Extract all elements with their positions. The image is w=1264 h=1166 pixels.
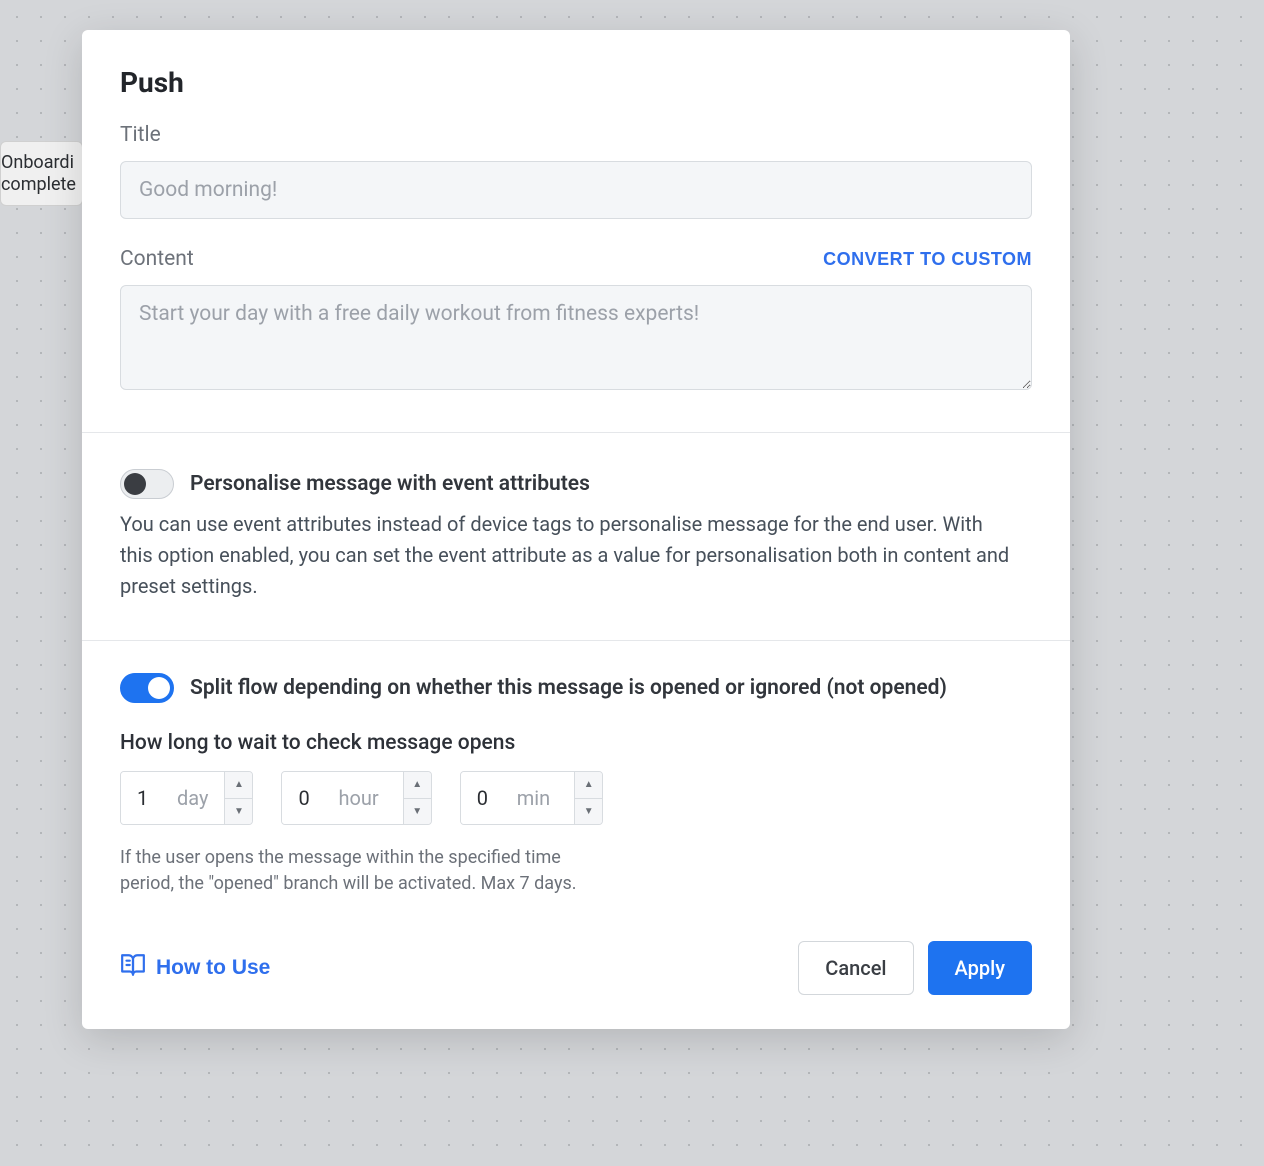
personalise-label: Personalise message with event attribute…	[190, 472, 590, 496]
book-icon	[120, 952, 146, 984]
content-label: Content	[120, 247, 194, 271]
wait-spinners: day ▲ ▼ hour ▲ ▼ min ▲ ▼	[120, 771, 1032, 825]
title-label: Title	[120, 123, 1032, 147]
section-personalise: Personalise message with event attribute…	[82, 433, 1070, 641]
personalise-description: You can use event attributes instead of …	[120, 509, 1020, 602]
toggle-knob	[124, 473, 146, 495]
min-input[interactable]	[461, 772, 511, 824]
hour-step-down[interactable]: ▼	[404, 799, 431, 825]
split-toggle[interactable]	[120, 673, 174, 703]
convert-to-custom-button[interactable]: CONVERT TO CUSTOM	[823, 249, 1032, 270]
hour-input[interactable]	[282, 772, 332, 824]
min-step-up[interactable]: ▲	[575, 772, 602, 799]
wait-hint: If the user opens the message within the…	[120, 845, 590, 897]
day-input[interactable]	[121, 772, 171, 824]
split-label: Split flow depending on whether this mes…	[190, 676, 947, 700]
node-text-line1: Onboardi	[1, 152, 76, 174]
day-step-down[interactable]: ▼	[225, 799, 252, 825]
section-content: Push Title Content CONVERT TO CUSTOM	[82, 30, 1070, 433]
day-step-up[interactable]: ▲	[225, 772, 252, 799]
min-unit: min	[511, 772, 574, 824]
content-textarea[interactable]	[120, 285, 1032, 390]
toggle-knob	[148, 677, 170, 699]
hour-unit: hour	[332, 772, 402, 824]
cancel-button[interactable]: Cancel	[798, 941, 913, 995]
hour-step-up[interactable]: ▲	[404, 772, 431, 799]
hour-spinner: hour ▲ ▼	[281, 771, 431, 825]
min-spinner: min ▲ ▼	[460, 771, 603, 825]
section-split: Split flow depending on whether this mes…	[82, 641, 1070, 1029]
apply-button[interactable]: Apply	[928, 941, 1032, 995]
how-to-use-button[interactable]: How to Use	[120, 952, 270, 984]
node-text-line2: complete	[1, 174, 76, 196]
wait-label: How long to wait to check message opens	[120, 731, 1032, 755]
modal-title: Push	[120, 66, 1032, 99]
min-step-down[interactable]: ▼	[575, 799, 602, 825]
day-spinner: day ▲ ▼	[120, 771, 253, 825]
personalise-toggle[interactable]	[120, 469, 174, 499]
how-to-use-label: How to Use	[156, 956, 270, 980]
title-input[interactable]	[120, 161, 1032, 219]
push-modal: Push Title Content CONVERT TO CUSTOM Per…	[82, 30, 1070, 1029]
day-unit: day	[171, 772, 224, 824]
canvas-node-onboarding: Onboardi complete	[0, 141, 83, 206]
